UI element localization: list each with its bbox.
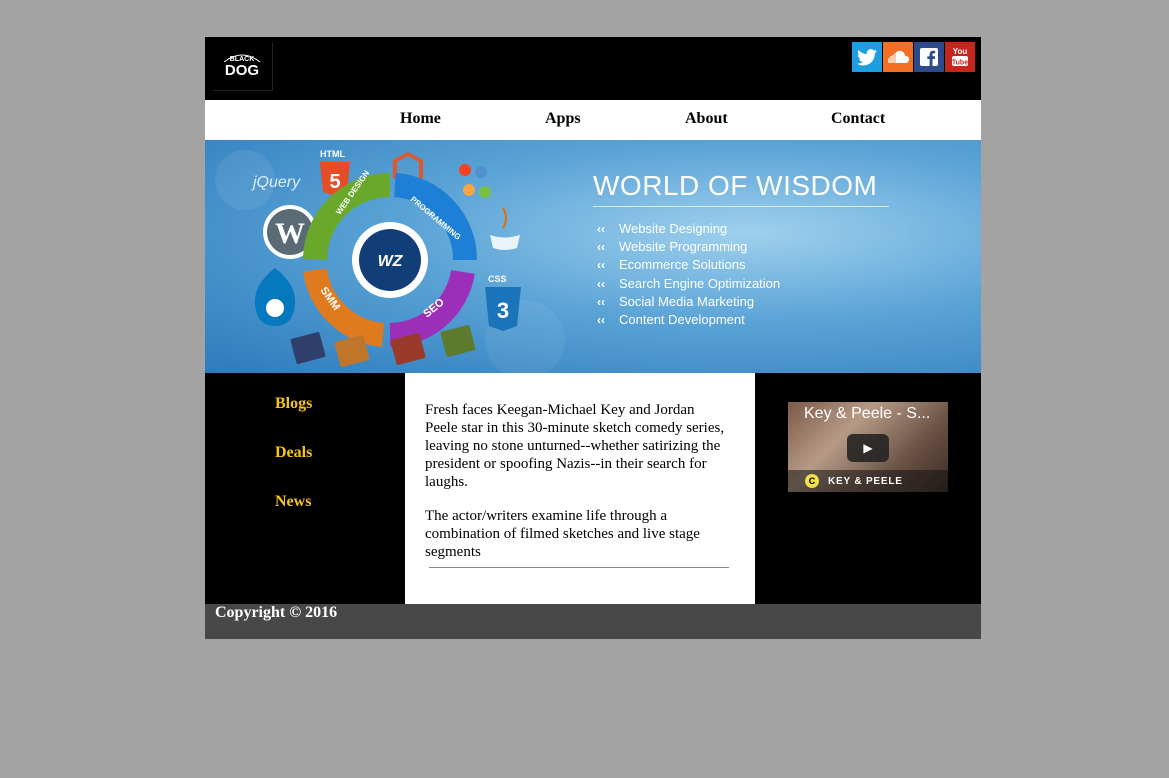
site-footer: Copyright © 2016 xyxy=(205,604,981,639)
comedy-central-icon: C xyxy=(805,474,819,488)
service-label: Content Development xyxy=(619,312,745,328)
svg-text:3: 3 xyxy=(497,298,509,323)
chevron-left-icon: ‹‹ xyxy=(597,294,605,309)
service-item: ‹‹ Social Media Marketing xyxy=(597,293,780,311)
svg-text:W: W xyxy=(275,217,305,250)
banner-title: WORLD OF WISDOM xyxy=(593,170,878,201)
services-list: ‹‹ Website Designing ‹‹ Website Programmin… xyxy=(597,220,780,329)
chevron-left-icon: ‹‹ xyxy=(597,222,605,237)
service-label: Website Designing xyxy=(619,221,728,237)
article-paragraph-1: Fresh faces Keegan-Michael Key and Jorda… xyxy=(425,402,725,490)
site-header: BLACK DOG You Tube xyxy=(205,37,981,100)
play-icon[interactable]: ▶ xyxy=(847,434,889,462)
service-item: ‹‹ Website Programming xyxy=(597,238,780,256)
video-title[interactable]: Key & Peele - S... xyxy=(804,405,930,423)
hero-banner: jQuery HTML 5 CSS 3 W WZ WEB DESIGN PROG… xyxy=(205,140,981,373)
css-label: CSS xyxy=(488,274,507,284)
video-channel-name: KEY & PEELE xyxy=(828,475,903,487)
nav-about[interactable]: About xyxy=(685,110,728,128)
youtube-icon[interactable]: You Tube xyxy=(945,42,975,72)
chevron-left-icon: ‹‹ xyxy=(597,313,605,328)
drupal-icon xyxy=(254,268,296,326)
sidebar: Blogs Deals News xyxy=(205,373,405,604)
chevron-left-icon: ‹‹ xyxy=(597,258,605,273)
copyright-text: Copyright © 2016 xyxy=(215,604,338,621)
twitter-icon[interactable] xyxy=(852,42,882,72)
service-item: ‹‹ Search Engine Optimization xyxy=(597,275,780,293)
sidebar-item-blogs[interactable]: Blogs xyxy=(275,395,312,413)
soundcloud-icon[interactable] xyxy=(883,42,913,72)
svg-text:Tube: Tube xyxy=(952,60,968,67)
web-services-graphic: jQuery HTML 5 CSS 3 W WZ WEB DESIGN PROG… xyxy=(215,149,565,373)
sidebar-item-news[interactable]: News xyxy=(275,493,311,511)
article-divider xyxy=(429,567,729,568)
nav-apps[interactable]: Apps xyxy=(545,110,581,128)
jquery-logo: jQuery xyxy=(251,174,301,191)
content-area: Blogs Deals News Fresh faces Keegan-Mich… xyxy=(205,373,981,604)
sidebar-item-deals[interactable]: Deals xyxy=(275,444,312,462)
svg-text:You: You xyxy=(953,47,968,56)
black-dog-logo[interactable]: BLACK DOG xyxy=(212,42,273,91)
service-label: Social Media Marketing xyxy=(619,293,755,309)
nav-home[interactable]: Home xyxy=(400,110,441,128)
service-item: ‹‹ Content Development xyxy=(597,311,780,329)
service-label: Ecommerce Solutions xyxy=(619,257,746,273)
html-label: HTML xyxy=(320,149,345,159)
service-item: ‹‹ Website Designing xyxy=(597,220,780,238)
facebook-icon[interactable] xyxy=(914,42,944,72)
logo-text-main: DOG xyxy=(225,62,259,79)
video-embed[interactable]: Key & Peele - S... ▶ C KEY & PEELE xyxy=(788,402,948,492)
social-links: You Tube xyxy=(852,42,975,72)
service-item: ‹‹ Ecommerce Solutions xyxy=(597,256,780,274)
service-label: Search Engine Optimization xyxy=(619,275,781,291)
java-icon xyxy=(490,207,520,250)
banner-divider xyxy=(593,206,889,207)
nav-contact[interactable]: Contact xyxy=(831,110,885,128)
main-article: Fresh faces Keegan-Michael Key and Jorda… xyxy=(405,373,755,604)
page-container: BLACK DOG You Tube Home Apps About Contac… xyxy=(205,37,981,639)
wz-center-logo: WZ xyxy=(378,253,404,270)
services-cycle: WZ WEB DESIGN PROGRAMMING SEO SMM xyxy=(303,169,478,347)
chevron-left-icon: ‹‹ xyxy=(597,240,605,255)
main-nav: Home Apps About Contact xyxy=(205,100,981,140)
video-channel-bar: C KEY & PEELE xyxy=(788,470,948,492)
service-label: Website Programming xyxy=(619,239,748,255)
joomla-icon xyxy=(459,164,491,198)
chevron-left-icon: ‹‹ xyxy=(597,276,605,291)
article-paragraph-2: The actor/writers examine life through a… xyxy=(425,508,700,560)
